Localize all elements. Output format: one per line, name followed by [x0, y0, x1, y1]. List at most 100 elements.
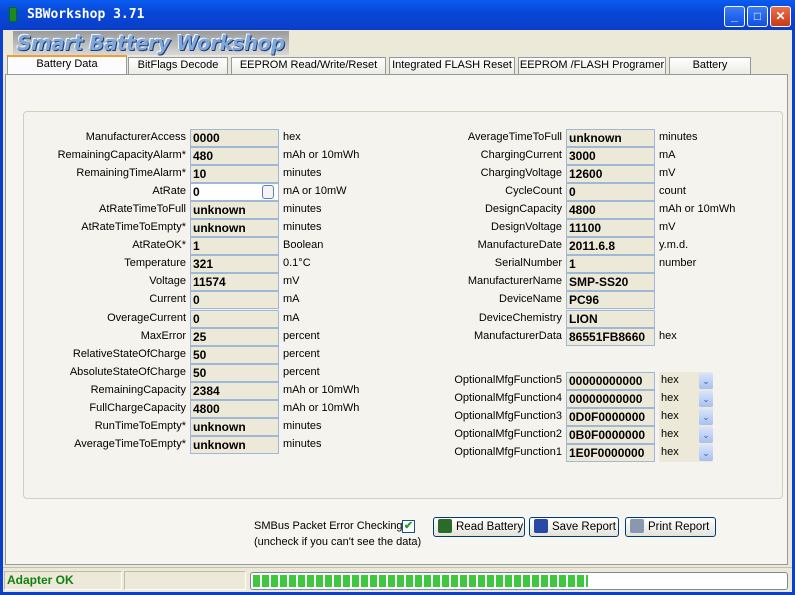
voltage-field: 11574: [190, 273, 279, 291]
progress-bar: [250, 572, 788, 590]
serialnumber-field: 1: [566, 255, 655, 273]
serialnumber-unit: number: [659, 257, 697, 269]
cyclecount-field: 0: [566, 183, 655, 201]
manufactureraccess-label: ManufacturerAccess: [85, 131, 186, 143]
optionalmfgfunction5-field[interactable]: 00000000000: [566, 372, 655, 390]
optionalmfgfunction4-field[interactable]: 00000000000: [566, 390, 655, 408]
tab-bitflags-decode[interactable]: BitFlags Decode: [128, 57, 228, 74]
status-text: Adapter OK: [4, 571, 122, 590]
absolutestateofcharge-unit: percent: [283, 366, 320, 378]
overagecurrent-field: 0: [190, 310, 279, 328]
tab-eeprom-flash-programer[interactable]: EEPROM /FLASH Programer: [518, 57, 666, 74]
atrateok-label: AtRateOK*: [132, 239, 186, 251]
maxerror-unit: percent: [283, 330, 320, 342]
fullchargecapacity-unit: mAh or 10mWh: [283, 402, 360, 414]
runtimetoempty-label: RunTimeToEmpty*: [94, 420, 186, 432]
optionalmfgfunction1-field[interactable]: 1E0F0000000: [566, 444, 655, 462]
close-button[interactable]: ✕: [770, 6, 791, 27]
manufacturedate-field: 2011.6.8: [566, 237, 655, 255]
manufacturername-label: ManufacturerName: [467, 275, 562, 287]
atrate-spinner[interactable]: [262, 185, 274, 199]
optionalmfgfunction3-label: OptionalMfgFunction3: [454, 410, 562, 422]
optionalmfgfunction5-dropdown[interactable]: ⌄: [699, 373, 713, 389]
atratetimetoempty-unit: minutes: [283, 221, 322, 233]
battery-icon: [438, 519, 452, 533]
designvoltage-label: DesignVoltage: [491, 221, 562, 233]
current-unit: mA: [283, 293, 300, 305]
averagetimetofull-field: unknown: [566, 129, 655, 147]
atrateok-unit: Boolean: [283, 239, 324, 251]
temperature-unit: 0.1°C: [283, 257, 311, 269]
averagetimetoempty-label: AverageTimeToEmpty*: [74, 438, 186, 450]
relativestateofcharge-label: RelativeStateOfCharge: [72, 348, 186, 360]
overagecurrent-label: OverageCurrent: [107, 312, 186, 324]
optionalmfgfunction2-dropdown[interactable]: ⌄: [699, 427, 713, 443]
runtimetoempty-unit: minutes: [283, 420, 322, 432]
print-report-label: Print Report: [648, 521, 710, 533]
pec-checkbox[interactable]: ✔: [402, 520, 415, 533]
manufactureraccess-unit: hex: [283, 131, 301, 143]
tab-eeprom-read-write-reset[interactable]: EEPROM Read/Write/Reset: [231, 57, 386, 74]
tab-integrated-flash-reset[interactable]: Integrated FLASH Reset: [389, 57, 515, 74]
averagetimetoempty-field: unknown: [190, 436, 279, 454]
averagetimetoempty-unit: minutes: [283, 438, 322, 450]
optionalmfgfunction2-field[interactable]: 0B0F0000000: [566, 426, 655, 444]
minimize-button[interactable]: _: [724, 6, 745, 27]
tab-battery-analyzer[interactable]: Battery Analyzer: [669, 57, 751, 86]
current-field: 0: [190, 291, 279, 309]
remainingcapacityalarm-field: 480: [190, 147, 279, 165]
absolutestateofcharge-field: 50: [190, 364, 279, 382]
atratetimetofull-label: AtRateTimeToFull: [98, 203, 186, 215]
remainingcapacity-unit: mAh or 10mWh: [283, 384, 360, 396]
designcapacity-field: 4800: [566, 201, 655, 219]
relativestateofcharge-field: 50: [190, 346, 279, 364]
optionalmfgfunction1-dropdown[interactable]: ⌄: [699, 445, 713, 461]
chargingvoltage-field: 12600: [566, 165, 655, 183]
relativestateofcharge-unit: percent: [283, 348, 320, 360]
manufacturerdata-field: 86551FB8660: [566, 328, 655, 346]
chargingcurrent-field: 3000: [566, 147, 655, 165]
optionalmfgfunction2-label: OptionalMfgFunction2: [454, 428, 562, 440]
atrate-label: AtRate: [152, 185, 186, 197]
remainingcapacity-field: 2384: [190, 382, 279, 400]
optionalmfgfunction4-label: OptionalMfgFunction4: [454, 392, 562, 404]
devicechemistry-field: LION: [566, 310, 655, 328]
optionalmfgfunction3-field[interactable]: 0D0F0000000: [566, 408, 655, 426]
chargingcurrent-label: ChargingCurrent: [480, 149, 562, 161]
manufacturedate-label: ManufactureDate: [477, 239, 562, 251]
optionalmfgfunction3-dropdown[interactable]: ⌄: [699, 409, 713, 425]
progress-fill: [253, 575, 589, 587]
designcapacity-label: DesignCapacity: [484, 203, 562, 215]
read-battery-label: Read Battery: [456, 521, 524, 533]
optionalmfgfunction4-dropdown[interactable]: ⌄: [699, 391, 713, 407]
atratetimetoempty-label: AtRateTimeToEmpty*: [81, 221, 186, 233]
pec-hint: (uncheck if you can't see the data): [254, 536, 422, 548]
serialnumber-label: SerialNumber: [494, 257, 562, 269]
printer-icon: [630, 519, 644, 533]
current-label: Current: [149, 293, 186, 305]
app-logo: Smart Battery Workshop: [13, 31, 289, 55]
save-report-label: Save Report: [552, 521, 616, 533]
averagetimetofull-label: AverageTimeToFull: [467, 131, 562, 143]
devicename-label: DeviceName: [499, 293, 562, 305]
atrate-unit: mA or 10mW: [283, 185, 347, 197]
save-report-button[interactable]: Save Report: [529, 517, 619, 537]
designvoltage-field: 11100: [566, 219, 655, 237]
remainingcapacityalarm-unit: mAh or 10mWh: [283, 149, 360, 161]
maximize-button[interactable]: □: [747, 6, 768, 27]
fullchargecapacity-label: FullChargeCapacity: [89, 402, 186, 414]
read-battery-button[interactable]: Read Battery: [433, 517, 525, 537]
print-report-button[interactable]: Print Report: [625, 517, 716, 537]
averagetimetofull-unit: minutes: [659, 131, 698, 143]
atrateok-field: 1: [190, 237, 279, 255]
battery-data-page: ManufacturerAccess 0000 hex RemainingCapaci…: [5, 74, 788, 565]
window-title: SBWorkshop 3.71: [27, 7, 145, 22]
cyclecount-label: CycleCount: [505, 185, 562, 197]
cyclecount-unit: count: [659, 185, 686, 197]
maxerror-label: MaxError: [140, 330, 186, 342]
manufacturedate-unit: y.m.d.: [659, 239, 689, 251]
tab-battery-data[interactable]: Battery Data: [7, 55, 127, 75]
atratetimetofull-field: unknown: [190, 201, 279, 219]
voltage-label: Voltage: [149, 275, 186, 287]
voltage-unit: mV: [283, 275, 300, 287]
